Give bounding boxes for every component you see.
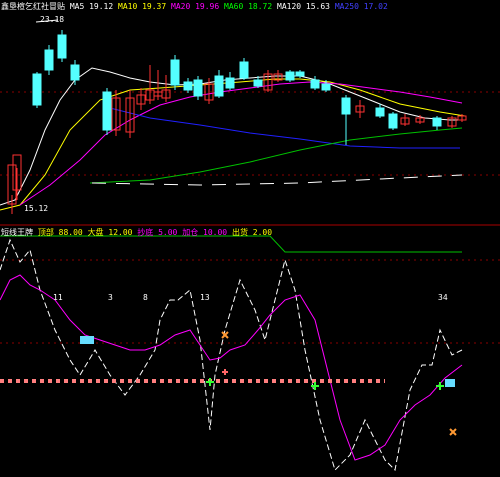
candle-body <box>44 49 54 71</box>
candle-body <box>170 59 180 86</box>
candle-body <box>310 79 320 89</box>
top-threshold-line <box>0 235 462 253</box>
top-panel-header: 鑫垦楦乞红社冒贴 MA5 19.12 MA10 19.37 MA20 19.96… <box>1 2 388 12</box>
low-price-label: 15.12 <box>24 204 49 213</box>
market-value-label: 大盘 12.00 <box>87 228 133 237</box>
signal-marker <box>80 336 94 344</box>
count-label: 13 <box>200 293 210 302</box>
ma5-label: MA5 19.12 <box>69 2 114 11</box>
chart-canvas[interactable] <box>0 0 500 477</box>
ma20-label: MA20 19.96 <box>171 2 220 11</box>
candle-body <box>70 64 80 81</box>
top-panel-title: 鑫垦楦乞红社冒贴 <box>1 2 65 11</box>
candle-body <box>239 61 249 79</box>
candle-body <box>32 73 42 106</box>
ma10-line <box>0 78 466 211</box>
count-label: 34 <box>438 293 448 302</box>
count-label: 8 <box>143 293 148 302</box>
ma10-label: MA10 19.37 <box>118 2 167 11</box>
signal-line <box>0 274 463 461</box>
add-position-label: 加仓 10.00 <box>182 228 228 237</box>
bottom-panel-header: 短线王牌 顶部 88.00 大盘 12.00 抄底 5.00 加仓 10.00 … <box>1 228 272 238</box>
sell-label: 出货 2.00 <box>231 228 273 237</box>
cross-icon <box>221 331 229 339</box>
candle-body <box>295 71 305 77</box>
cross-icon <box>449 428 457 436</box>
ma250-label: MA250 17.02 <box>334 2 388 11</box>
candle-body <box>102 91 112 131</box>
oscillator-line <box>0 238 463 472</box>
high-price-label: 23.18 <box>40 15 65 24</box>
plus-icon <box>206 378 214 386</box>
candle-body <box>57 34 67 59</box>
candle-body <box>375 107 385 117</box>
candle-body <box>432 117 442 127</box>
candle-body <box>388 113 398 129</box>
plus-icon <box>311 382 319 390</box>
ma20-line <box>19 81 463 206</box>
ma5-line <box>0 67 465 206</box>
candle-body <box>193 79 203 97</box>
count-label: 3 <box>108 293 113 302</box>
stock-chart-window: 鑫垦楦乞红社冒贴 MA5 19.12 MA10 19.37 MA20 19.96… <box>0 0 500 477</box>
ma120-label: MA120 15.63 <box>277 2 330 11</box>
count-label: 11 <box>53 293 63 302</box>
candle-body <box>341 97 351 115</box>
candle-body <box>253 79 263 87</box>
signal-marker <box>445 379 455 387</box>
candle-body <box>225 77 235 89</box>
candle-body <box>285 71 295 81</box>
candle-body <box>183 81 193 91</box>
plus-icon <box>436 382 444 390</box>
ma60-label: MA60 18.72 <box>224 2 273 11</box>
top-value-label: 顶部 88.00 <box>37 228 83 237</box>
plus-icon <box>222 369 228 375</box>
bottom-panel-title: 短线王牌 <box>1 228 33 237</box>
candle-body <box>214 75 224 97</box>
bottom-fishing-label: 抄底 5.00 <box>137 228 178 237</box>
candle-body <box>321 83 331 91</box>
